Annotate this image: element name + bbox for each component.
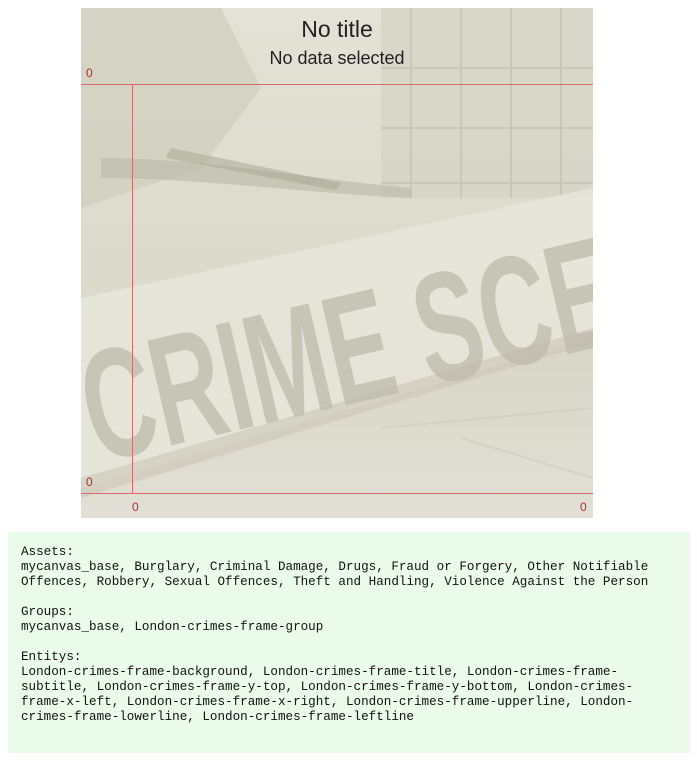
frame-y-bottom-label: 0 — [86, 475, 93, 489]
assets-list: mycanvas_base, Burglary, Criminal Damage… — [21, 560, 649, 589]
frame-x-left-label: 0 — [132, 500, 139, 514]
frame-x-right-label: 0 — [580, 500, 587, 514]
assets-section: Assets: mycanvas_base, Burglary, Crimina… — [21, 545, 678, 590]
frame-title: No title — [301, 16, 373, 42]
frame-upperline — [81, 84, 593, 85]
frame-y-top-label: 0 — [86, 66, 93, 80]
assets-heading: Assets: — [21, 545, 74, 559]
frame-lowerline — [81, 493, 593, 494]
entitys-section: Entitys: London-crimes-frame-background,… — [21, 650, 678, 725]
frame-subtitle: No data selected — [269, 48, 405, 68]
groups-heading: Groups: — [21, 605, 74, 619]
info-panel: Assets: mycanvas_base, Burglary, Crimina… — [8, 532, 690, 753]
entitys-heading: Entitys: — [21, 650, 82, 664]
groups-section: Groups: mycanvas_base, London-crimes-fra… — [21, 605, 678, 635]
entitys-list: London-crimes-frame-background, London-c… — [21, 665, 634, 724]
chart-canvas: CRIME SCENE- No title No data selected — [81, 8, 593, 518]
groups-list: mycanvas_base, London-crimes-frame-group — [21, 620, 324, 634]
frame-leftline — [132, 84, 133, 494]
